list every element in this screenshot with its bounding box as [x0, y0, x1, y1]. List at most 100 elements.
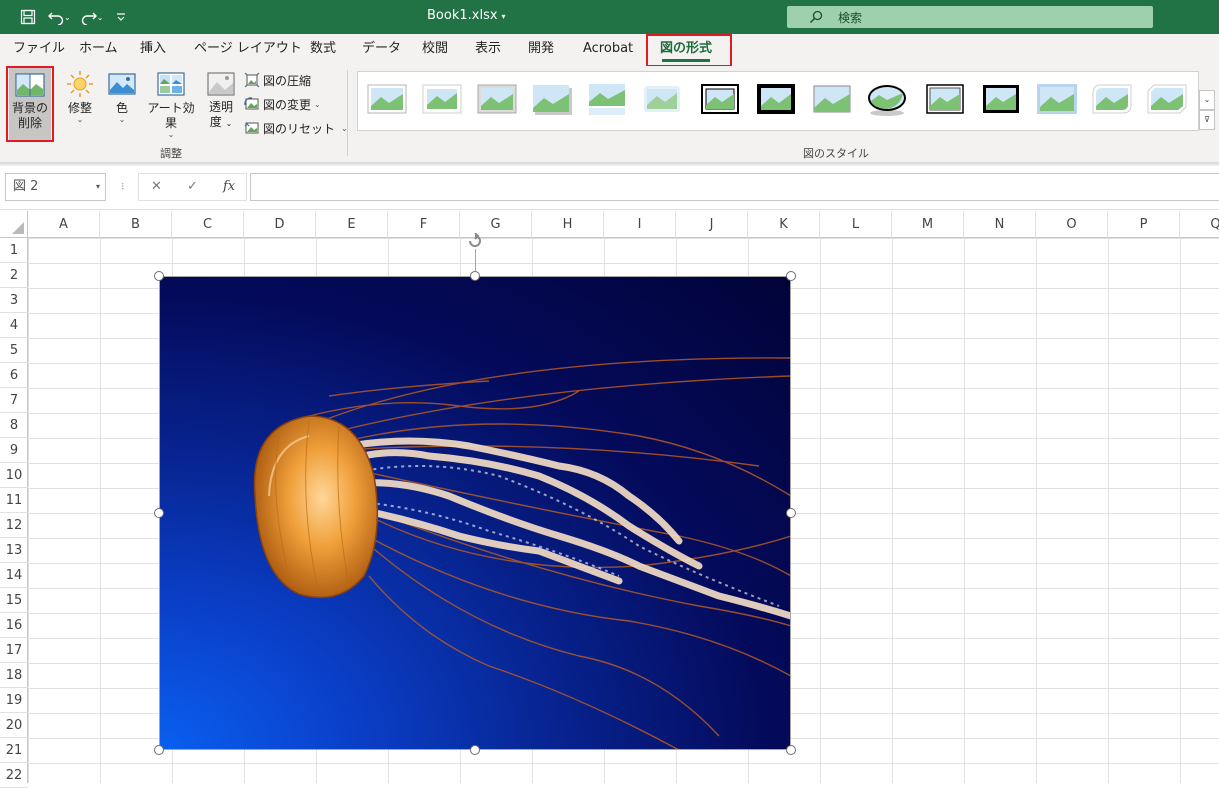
column-header-q[interactable]: Q — [1180, 211, 1219, 238]
tab-page-layout[interactable]: ページ レイアウト — [194, 34, 302, 66]
column-header-i[interactable]: I — [604, 211, 676, 238]
tab-insert[interactable]: 挿入 — [140, 34, 166, 66]
picture-style-double-frame-black[interactable] — [701, 82, 741, 116]
column-header-a[interactable]: A — [28, 211, 100, 238]
picture-style-compound-frame[interactable] — [926, 82, 966, 116]
picture-style-soft-edge[interactable] — [642, 82, 682, 116]
column-header-l[interactable]: L — [820, 211, 892, 238]
row-header-3[interactable]: 3 — [0, 288, 28, 313]
row-header-9[interactable]: 9 — [0, 438, 28, 463]
row-header-10[interactable]: 10 — [0, 463, 28, 488]
corrections-button[interactable]: 修整 ⌄ — [60, 70, 100, 136]
resize-handle-top-left[interactable] — [154, 271, 164, 281]
artistic-effects-button[interactable]: アート効果 ⌄ — [143, 70, 199, 139]
row-header-11[interactable]: 11 — [0, 488, 28, 513]
resize-handle-bottom[interactable] — [470, 745, 480, 755]
customize-qat-icon[interactable] — [107, 0, 135, 34]
row-header-17[interactable]: 17 — [0, 638, 28, 663]
name-box[interactable]: 図 2 ▾ — [5, 173, 106, 201]
resize-handle-right[interactable] — [786, 508, 796, 518]
row-header-12[interactable]: 12 — [0, 513, 28, 538]
column-header-m[interactable]: M — [892, 211, 964, 238]
formula-bar-grip[interactable]: ⁝ — [121, 180, 125, 193]
enter-icon[interactable]: ✓ — [187, 179, 198, 194]
row-headers: 1 2 3 4 5 6 7 8 9 10 11 12 13 14 15 16 17 18 19 20 21 22 — [0, 238, 28, 788]
row-header-13[interactable]: 13 — [0, 538, 28, 563]
row-header-2[interactable]: 2 — [0, 263, 28, 288]
undo-dropdown-icon[interactable]: ⌄ — [64, 13, 71, 22]
save-icon[interactable] — [14, 0, 42, 34]
picture-style-center-shadow[interactable] — [1037, 82, 1077, 116]
row-header-21[interactable]: 21 — [0, 738, 28, 763]
tab-home[interactable]: ホーム — [79, 34, 118, 66]
resize-handle-bottom-right[interactable] — [786, 745, 796, 755]
picture-style-simple-frame-white[interactable] — [367, 82, 407, 116]
compress-pictures-button[interactable]: 図の圧縮 — [244, 69, 311, 91]
picture-style-simple-frame-black[interactable] — [812, 82, 852, 116]
corrections-label: 修整 — [67, 101, 92, 115]
column-header-h[interactable]: H — [532, 211, 604, 238]
picture-style-thick-matte-black[interactable] — [756, 82, 796, 116]
column-header-d[interactable]: D — [244, 211, 316, 238]
transparency-button[interactable]: 透明 度 ⌄ — [203, 70, 239, 136]
row-header-18[interactable]: 18 — [0, 663, 28, 688]
resize-handle-bottom-left[interactable] — [154, 745, 164, 755]
row-header-19[interactable]: 19 — [0, 688, 28, 713]
column-header-k[interactable]: K — [748, 211, 820, 238]
tab-developer[interactable]: 開発 — [528, 34, 554, 66]
gallery-scroll-down-button[interactable]: ⌄ — [1199, 90, 1215, 110]
color-button[interactable]: 色 ⌄ — [104, 70, 140, 136]
row-header-7[interactable]: 7 — [0, 388, 28, 413]
column-header-e[interactable]: E — [316, 211, 388, 238]
column-header-o[interactable]: O — [1036, 211, 1108, 238]
column-header-j[interactable]: J — [676, 211, 748, 238]
tab-formulas[interactable]: 数式 — [310, 34, 336, 66]
change-picture-button[interactable]: 図の変更 ⌄ — [244, 93, 321, 115]
column-header-n[interactable]: N — [964, 211, 1036, 238]
resize-handle-left[interactable] — [154, 508, 164, 518]
select-all-triangle-icon — [12, 222, 24, 234]
row-header-14[interactable]: 14 — [0, 563, 28, 588]
picture-style-metal-frame[interactable] — [477, 82, 517, 116]
row-header-6[interactable]: 6 — [0, 363, 28, 388]
row-header-1[interactable]: 1 — [0, 238, 28, 263]
row-header-8[interactable]: 8 — [0, 413, 28, 438]
reset-picture-button[interactable]: 図のリセット ⌄ — [244, 117, 348, 139]
tab-file[interactable]: ファイル — [13, 34, 65, 66]
search-box[interactable]: 検索 — [787, 6, 1153, 28]
resize-handle-top[interactable] — [470, 271, 480, 281]
resize-handle-top-right[interactable] — [786, 271, 796, 281]
column-header-c[interactable]: C — [172, 211, 244, 238]
gallery-more-button[interactable]: ⊽ — [1199, 110, 1215, 130]
column-header-p[interactable]: P — [1108, 211, 1180, 238]
select-all-button[interactable] — [0, 211, 28, 238]
rotation-handle-stem — [475, 249, 476, 271]
tab-view[interactable]: 表示 — [475, 34, 501, 66]
row-header-4[interactable]: 4 — [0, 313, 28, 338]
row-header-5[interactable]: 5 — [0, 338, 28, 363]
tab-review[interactable]: 校閲 — [422, 34, 448, 66]
row-header-15[interactable]: 15 — [0, 588, 28, 613]
tab-acrobat[interactable]: Acrobat — [583, 34, 633, 66]
row-header-22[interactable]: 22 — [0, 763, 28, 788]
picture-style-beveled-matte[interactable] — [422, 82, 462, 116]
change-picture-icon — [244, 97, 259, 110]
chevron-down-icon[interactable]: ▾ — [96, 174, 100, 200]
picture-style-reflected[interactable] — [587, 82, 627, 116]
rotate-icon[interactable] — [466, 233, 484, 249]
picture-style-snip-diagonal[interactable] — [1147, 82, 1187, 116]
picture-style-rounded-diagonal[interactable] — [1092, 82, 1132, 116]
column-header-b[interactable]: B — [100, 211, 172, 238]
tab-data[interactable]: データ — [362, 34, 401, 66]
cancel-icon[interactable]: ✕ — [151, 179, 162, 194]
picture-style-moderate-frame-black[interactable] — [982, 82, 1022, 116]
insert-function-icon[interactable]: fx — [223, 179, 235, 194]
document-title[interactable]: Book1.xlsx ▾ — [427, 8, 506, 23]
picture-style-oval[interactable] — [867, 82, 907, 116]
picture-style-drop-shadow[interactable] — [532, 82, 572, 116]
column-header-f[interactable]: F — [388, 211, 460, 238]
row-header-16[interactable]: 16 — [0, 613, 28, 638]
formula-input[interactable] — [250, 173, 1219, 201]
redo-dropdown-icon[interactable]: ⌄ — [97, 13, 104, 22]
row-header-20[interactable]: 20 — [0, 713, 28, 738]
